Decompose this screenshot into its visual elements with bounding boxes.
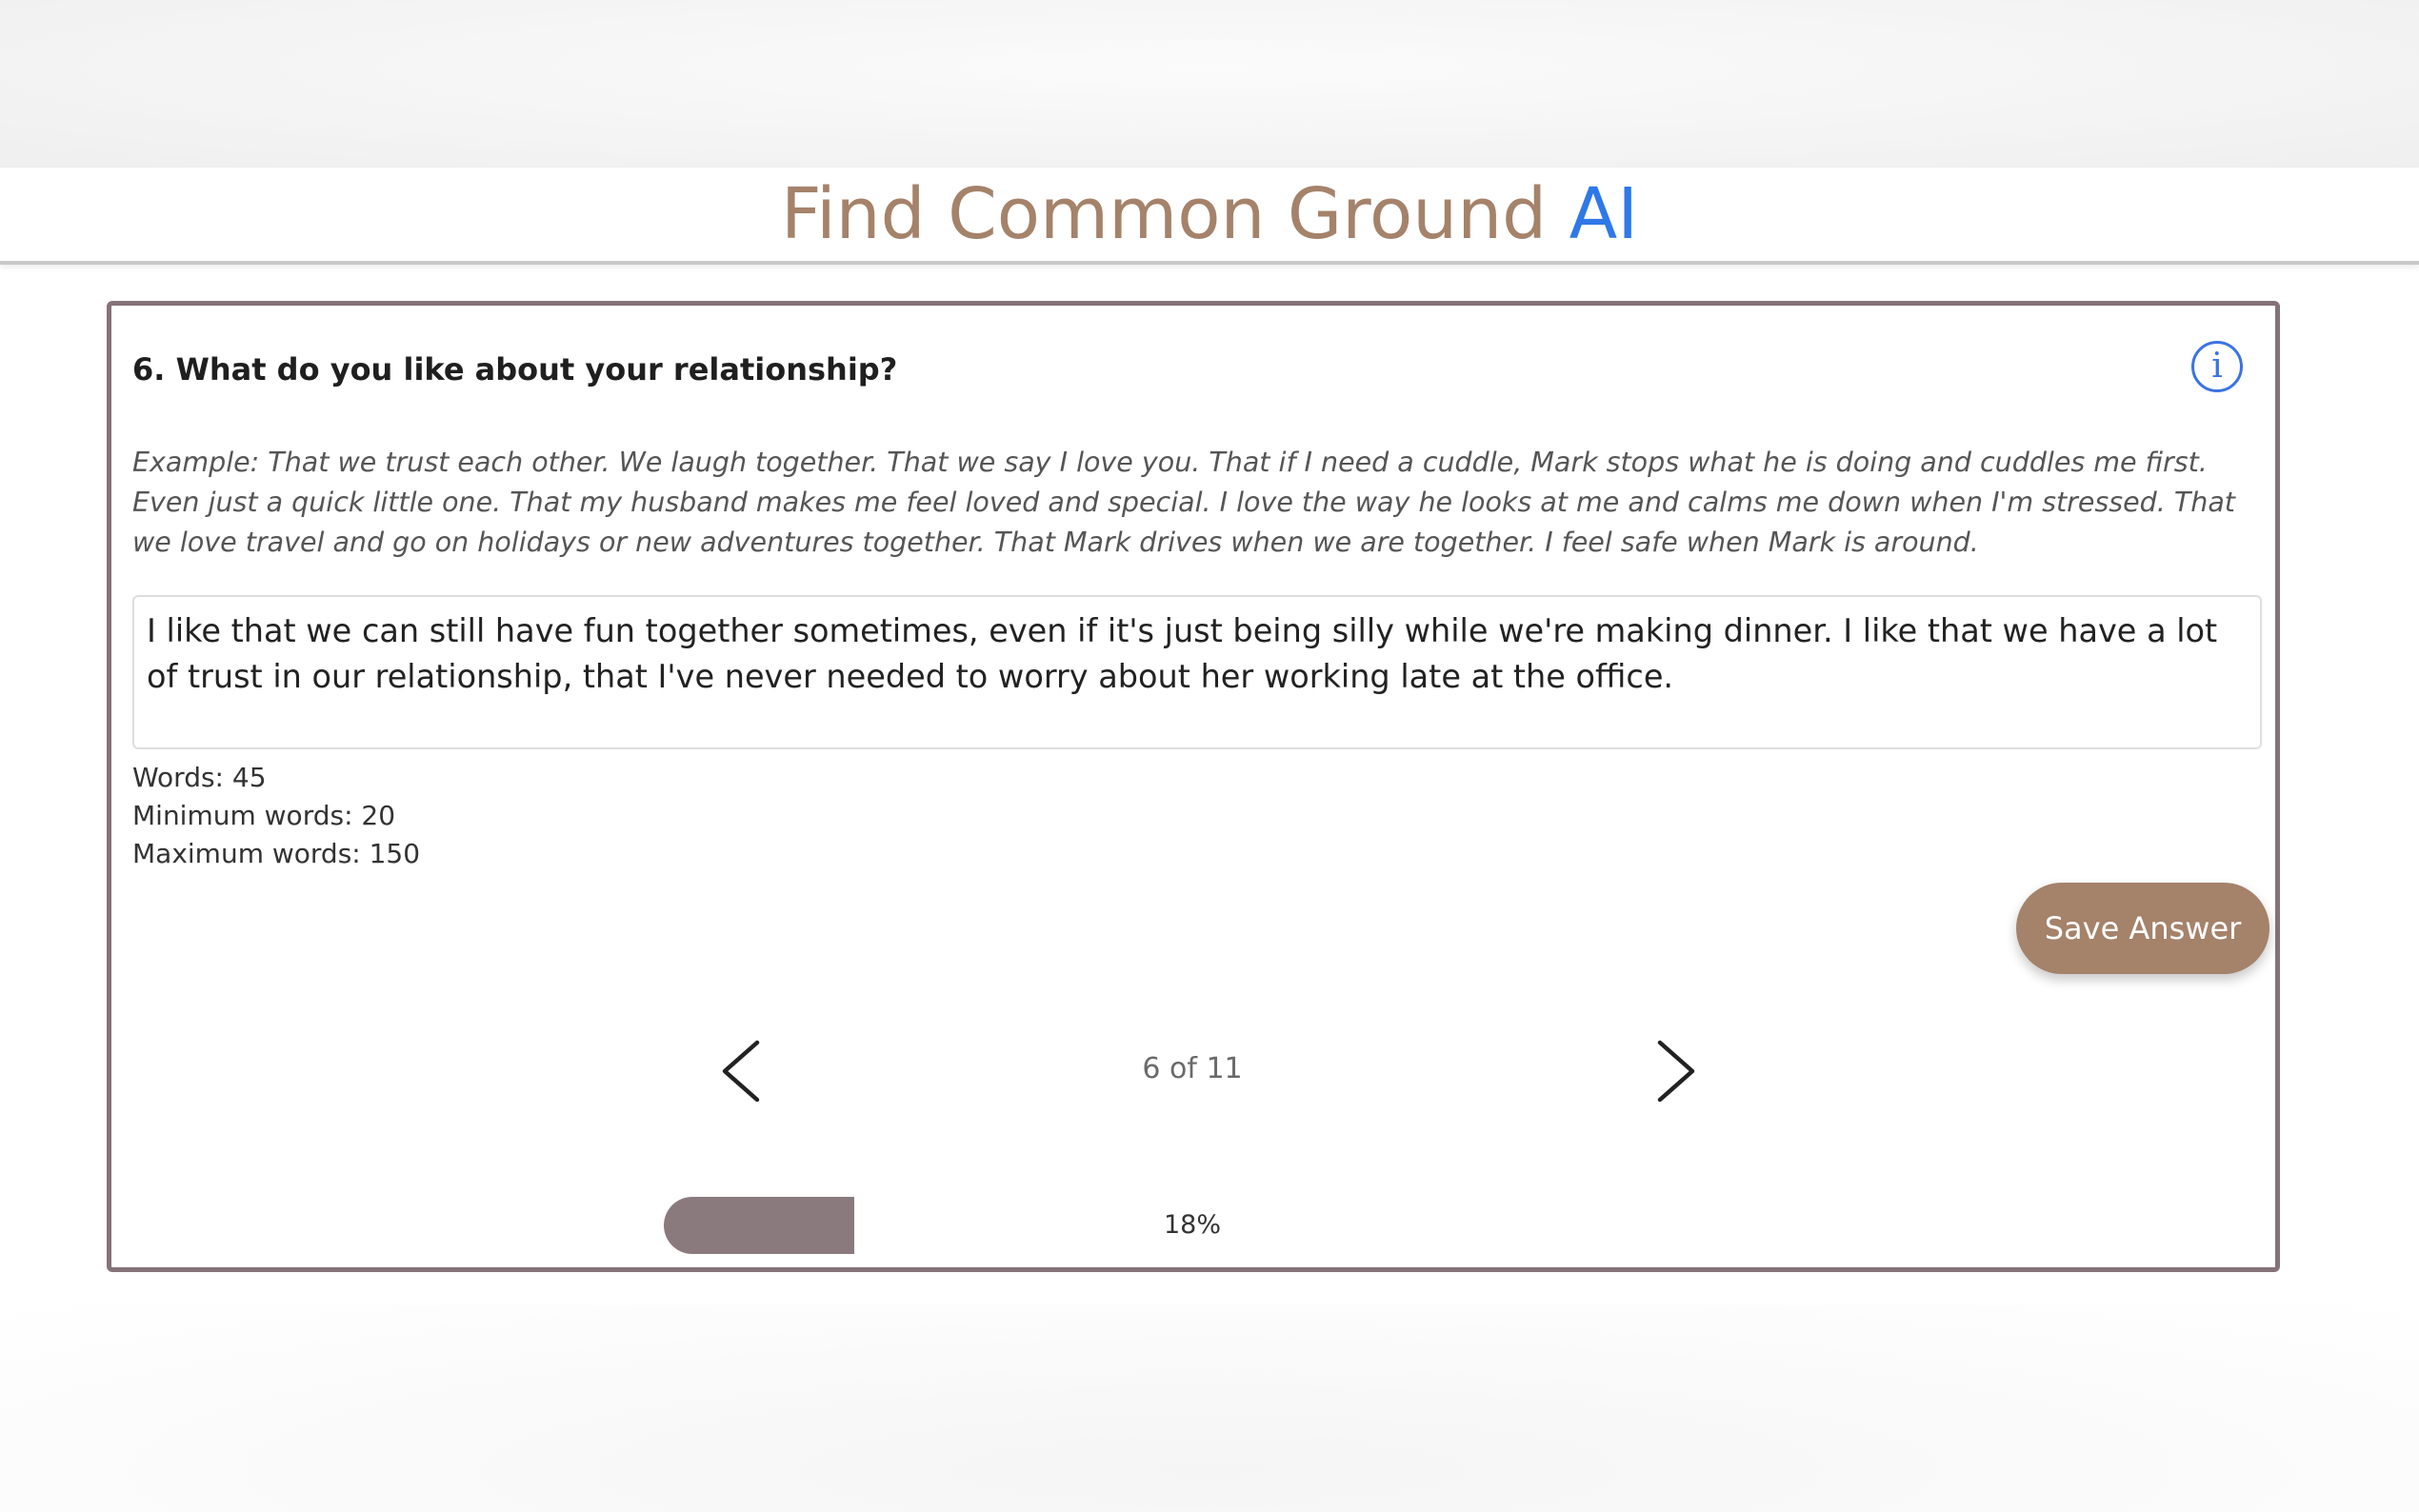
progress-bar xyxy=(664,1197,854,1254)
answer-textarea[interactable]: I like that we can still have fun togeth… xyxy=(132,595,2262,749)
chevron-left-icon xyxy=(722,1040,760,1103)
example-text: Example: That we trust each other. We la… xyxy=(132,447,2235,558)
progress-fill xyxy=(664,1197,854,1254)
maximum-words: Maximum words: 150 xyxy=(132,838,421,869)
question-title: 6. What do you like about your relations… xyxy=(132,351,898,388)
chevron-right-icon xyxy=(1657,1040,1695,1103)
brand-logo: Find Common Ground AI xyxy=(781,173,1638,255)
page-background-top xyxy=(0,0,2419,168)
brand-ai: AI xyxy=(1569,173,1639,255)
page-background-bottom xyxy=(0,1304,2419,1512)
app-header: Find Common Ground AI xyxy=(0,168,2419,265)
previous-question-button[interactable] xyxy=(711,1033,778,1109)
word-count: Words: 45 xyxy=(132,762,267,793)
minimum-words: Minimum words: 20 xyxy=(132,800,396,831)
info-glyph: i xyxy=(2211,347,2223,386)
info-icon[interactable]: i xyxy=(2191,341,2243,392)
brand-name: Find Common Ground xyxy=(780,173,1548,255)
save-answer-button[interactable]: Save Answer xyxy=(2016,883,2269,974)
word-count-info: Words: 45 Minimum words: 20 Maximum word… xyxy=(132,759,420,873)
progress-label: 18% xyxy=(1163,1210,1221,1240)
page-indicator: 6 of 11 xyxy=(1142,1052,1243,1085)
next-question-button[interactable] xyxy=(1639,1033,1706,1109)
question-card: 6. What do you like about your relations… xyxy=(107,301,2280,1272)
